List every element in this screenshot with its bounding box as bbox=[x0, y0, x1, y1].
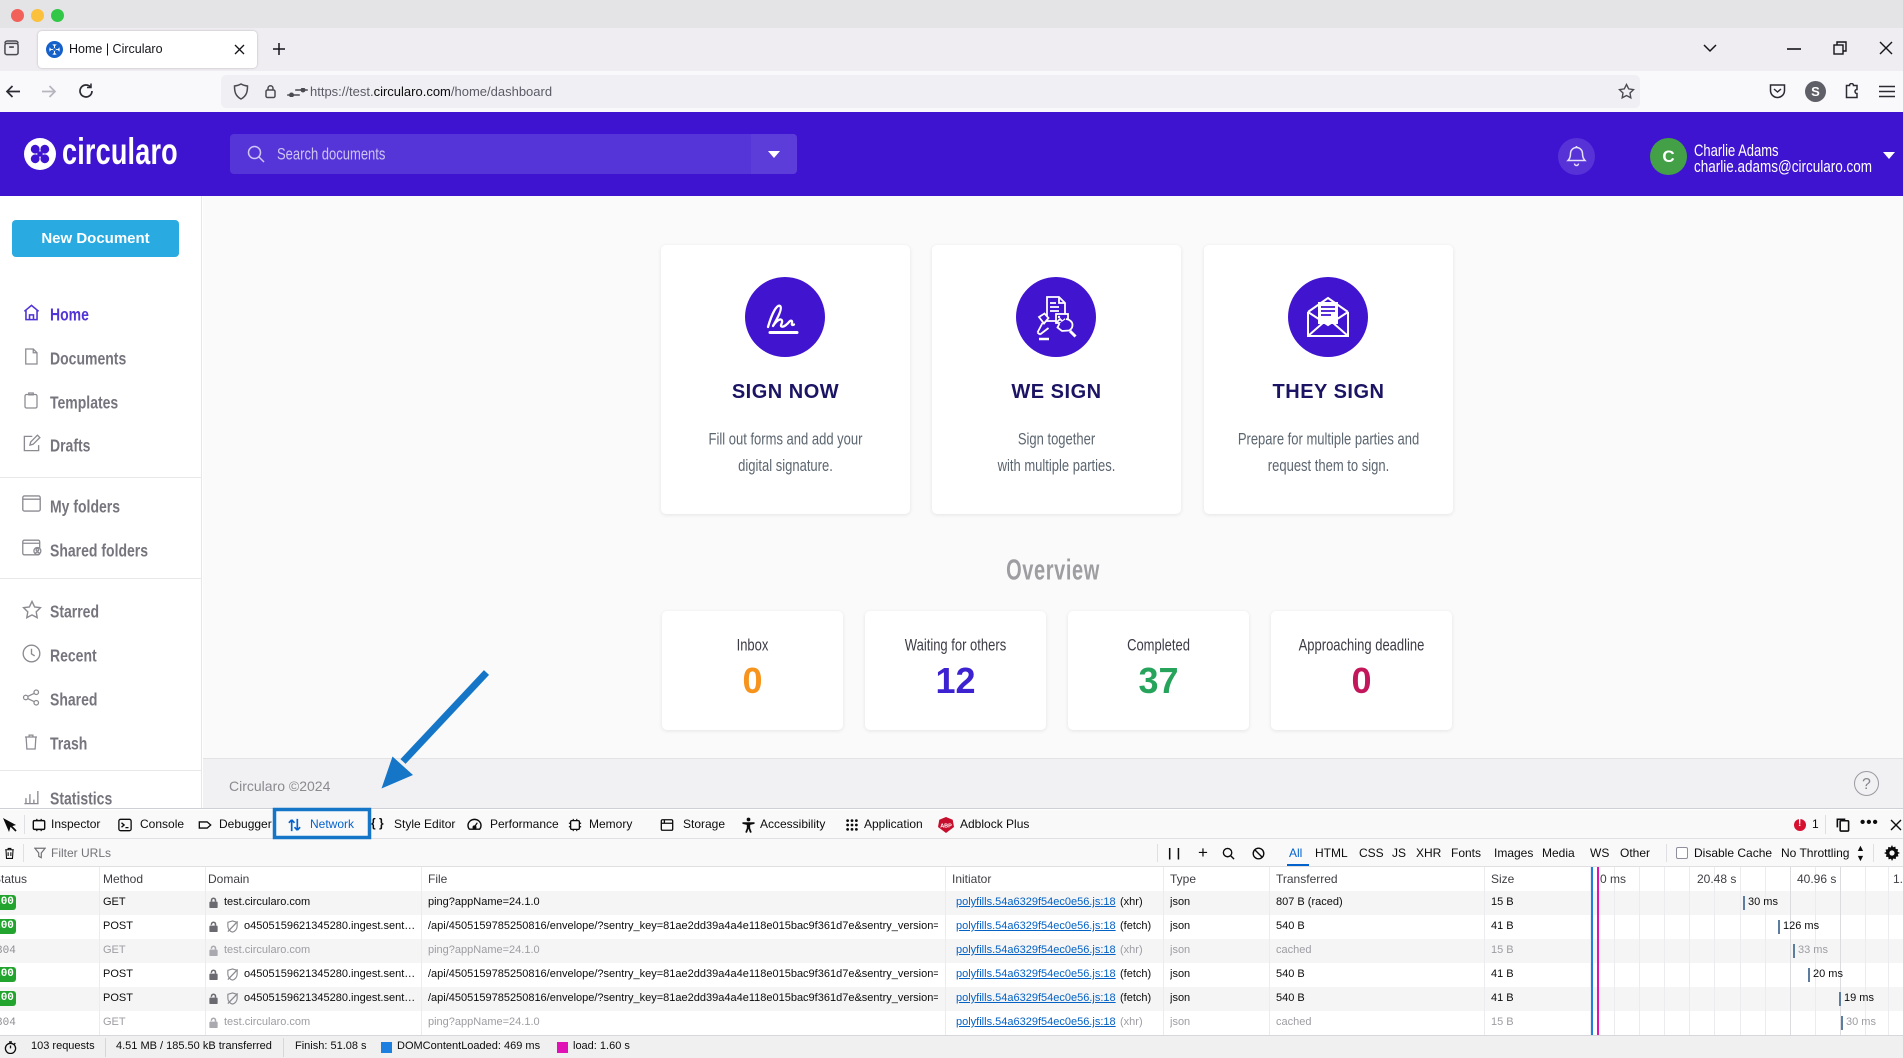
svg-text:ABP: ABP bbox=[940, 824, 952, 830]
